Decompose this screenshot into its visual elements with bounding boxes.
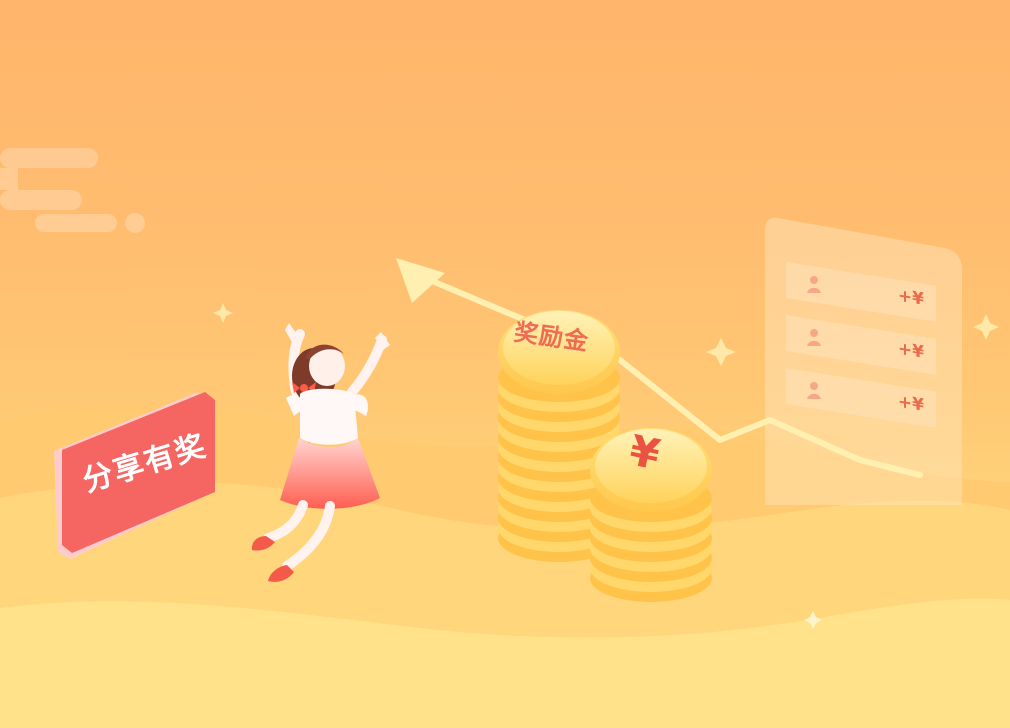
sparkle-icon [213, 303, 233, 323]
reward-amount: +¥ [897, 285, 924, 310]
banner-illustration [0, 148, 1010, 728]
reward-amount: +¥ [897, 338, 924, 363]
sparkle-icon [973, 314, 999, 340]
reward-amount: +¥ [897, 391, 924, 416]
cloud-decoration [0, 148, 145, 233]
sparkle-icon [706, 338, 736, 366]
share-reward-banner: +¥ +¥ +¥ 分享有奖 奖励金 ¥ [0, 0, 1010, 728]
